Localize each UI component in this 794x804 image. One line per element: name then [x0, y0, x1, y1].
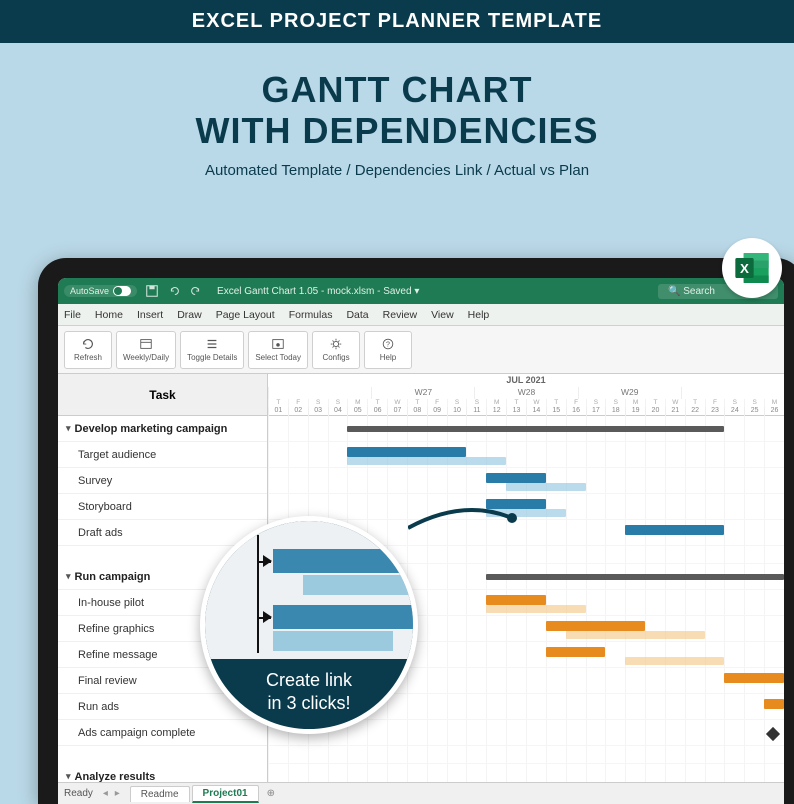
weekly-daily-button[interactable]: Weekly/Daily [116, 331, 176, 369]
menu-insert[interactable]: Insert [137, 309, 163, 321]
svg-text:X: X [740, 261, 749, 276]
gantt-bar[interactable] [625, 657, 724, 665]
callout-circle: Create link in 3 clicks! [200, 516, 418, 734]
excel-icon: X [722, 238, 782, 298]
gantt-bar[interactable] [625, 525, 724, 535]
task-row[interactable]: Develop marketing campaign [58, 416, 267, 442]
gantt-bar[interactable] [724, 673, 784, 683]
undo-icon[interactable] [167, 284, 181, 298]
save-icon[interactable] [145, 284, 159, 298]
week-row: W27W28W29 [268, 387, 784, 399]
laptop-frame: AutoSave Excel Gantt Chart 1.05 - mock.x… [38, 258, 794, 804]
gantt-bar[interactable] [486, 509, 565, 517]
titlebar: AutoSave Excel Gantt Chart 1.05 - mock.x… [58, 278, 784, 304]
gantt-bar[interactable] [347, 426, 724, 432]
hero-title: GANTT CHART WITH DEPENDENCIES [0, 69, 794, 152]
task-row[interactable]: Storyboard [58, 494, 267, 520]
select-today-button[interactable]: Select Today [248, 331, 308, 369]
spreadsheet-grid[interactable]: Task Develop marketing campaignTarget au… [58, 374, 784, 782]
search-placeholder: Search [683, 286, 715, 297]
gantt-bar[interactable] [486, 595, 546, 605]
svg-text:?: ? [386, 342, 390, 349]
task-row[interactable]: Survey [58, 468, 267, 494]
refresh-button[interactable]: Refresh [64, 331, 112, 369]
task-row[interactable]: Target audience [58, 442, 267, 468]
menubar: File Home Insert Draw Page Layout Formul… [58, 304, 784, 326]
gantt-bar[interactable] [486, 473, 546, 483]
gantt-bar[interactable] [566, 631, 705, 639]
dayweek-row: TFSSMTWTFSSMTWTFSSMTWTFSSM [268, 399, 784, 407]
task-row[interactable]: Ads campaign complete [58, 720, 267, 746]
menu-data[interactable]: Data [346, 309, 368, 321]
toggle-details-button[interactable]: Toggle Details [180, 331, 244, 369]
title-line1: GANTT CHART [0, 69, 794, 110]
ribbon: Refresh Weekly/Daily Toggle Details Sele… [58, 326, 784, 374]
menu-view[interactable]: View [431, 309, 454, 321]
menu-page-layout[interactable]: Page Layout [216, 309, 275, 321]
screen: AutoSave Excel Gantt Chart 1.05 - mock.x… [58, 278, 784, 804]
gantt-bar[interactable] [546, 647, 606, 657]
gantt-bar[interactable] [764, 699, 784, 709]
menu-draw[interactable]: Draw [177, 309, 202, 321]
autosave-toggle[interactable]: AutoSave [64, 285, 137, 297]
redo-icon[interactable] [189, 284, 203, 298]
help-button[interactable]: ?Help [364, 331, 412, 369]
hero-subtitle: Automated Template / Dependencies Link /… [0, 162, 794, 179]
menu-formulas[interactable]: Formulas [289, 309, 333, 321]
menu-help[interactable]: Help [468, 309, 490, 321]
menu-review[interactable]: Review [383, 309, 417, 321]
gantt-bar[interactable] [486, 574, 784, 580]
timeline-header: JUL 2021 W27W28W29 TFSSMTWTFSSMTWTFSSMTW… [268, 374, 784, 416]
task-header: Task [58, 374, 267, 416]
sheet-tabs: Ready ◂ ▸ Readme Project01 ⊕ [58, 782, 784, 804]
task-row[interactable]: Analyze results [58, 764, 267, 782]
title-line2: WITH DEPENDENCIES [0, 110, 794, 151]
gantt-bar[interactable] [486, 605, 585, 613]
callout-zoom [205, 521, 413, 659]
gantt-bar[interactable] [347, 447, 466, 457]
top-banner: EXCEL PROJECT PLANNER TEMPLATE [0, 0, 794, 43]
gantt-bar[interactable] [347, 457, 506, 465]
gantt-bar[interactable] [506, 483, 585, 491]
toggle-icon [113, 286, 131, 296]
configs-button[interactable]: Configs [312, 331, 360, 369]
filename[interactable]: Excel Gantt Chart 1.05 - mock.xlsm - Sav… [217, 286, 419, 297]
callout-text: Create link in 3 clicks! [205, 659, 413, 714]
daynum-row: 0102030405060708091011121314151617181920… [268, 407, 784, 416]
menu-home[interactable]: Home [95, 309, 123, 321]
menu-file[interactable]: File [64, 309, 81, 321]
gantt-bar[interactable] [546, 621, 645, 631]
autosave-label: AutoSave [70, 286, 109, 296]
gantt-bar[interactable] [486, 499, 546, 509]
month-label: JUL 2021 [506, 375, 545, 385]
task-row[interactable] [58, 746, 267, 764]
